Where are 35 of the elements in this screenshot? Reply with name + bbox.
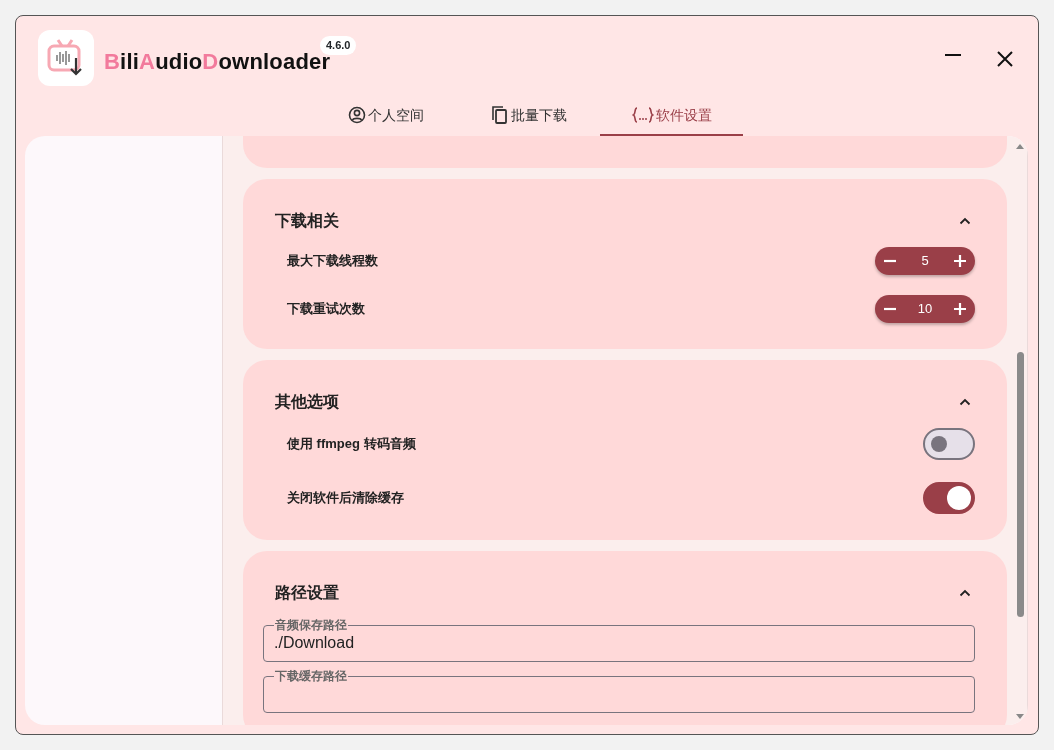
user-icon	[347, 106, 366, 124]
field-label: 下载缓存路径	[274, 670, 348, 682]
setting-label: 关闭软件后清除缓存	[287, 489, 404, 508]
toggle-switch[interactable]	[923, 428, 975, 460]
tab[interactable]: 批量下载	[457, 96, 600, 136]
plus-icon	[953, 254, 967, 268]
minimize-button[interactable]	[944, 54, 962, 56]
setting-label: 使用 ffmpeg 转码音频	[287, 435, 416, 454]
version-badge: 4.6.0	[320, 36, 357, 55]
path-field[interactable]: 下载缓存路径	[263, 670, 975, 713]
plus-icon	[953, 302, 967, 316]
minimize-icon	[944, 54, 962, 56]
scroll-up-arrow[interactable]	[1015, 142, 1025, 150]
scrollbar-thumb[interactable]	[1017, 352, 1024, 617]
tab[interactable]: 个人空间	[314, 96, 457, 136]
field-value[interactable]: ./Download	[274, 631, 964, 655]
chevron-up-icon[interactable]	[959, 589, 971, 597]
section-title: 路径设置	[275, 583, 339, 603]
path-field[interactable]: 音频保存路径 ./Download	[263, 619, 975, 662]
setting-label: 最大下载线程数	[287, 252, 378, 271]
plus-button[interactable]	[953, 254, 967, 268]
section-title: 下载相关	[275, 211, 339, 231]
code-braces-icon	[631, 106, 654, 124]
copy-icon	[490, 106, 509, 124]
chevron-up-icon[interactable]	[959, 398, 971, 406]
toggle-switch[interactable]	[923, 482, 975, 514]
stepper-value: 5	[921, 252, 929, 271]
chevron-up-icon[interactable]	[959, 217, 971, 225]
stepper-value: 10	[917, 300, 933, 319]
section-title: 其他选项	[275, 392, 339, 412]
setting-label: 下载重试次数	[287, 300, 365, 319]
plus-button[interactable]	[953, 302, 967, 316]
close-icon	[996, 49, 1014, 68]
scroll-down-arrow[interactable]	[1015, 713, 1025, 721]
field-label: 音频保存路径	[274, 619, 348, 631]
